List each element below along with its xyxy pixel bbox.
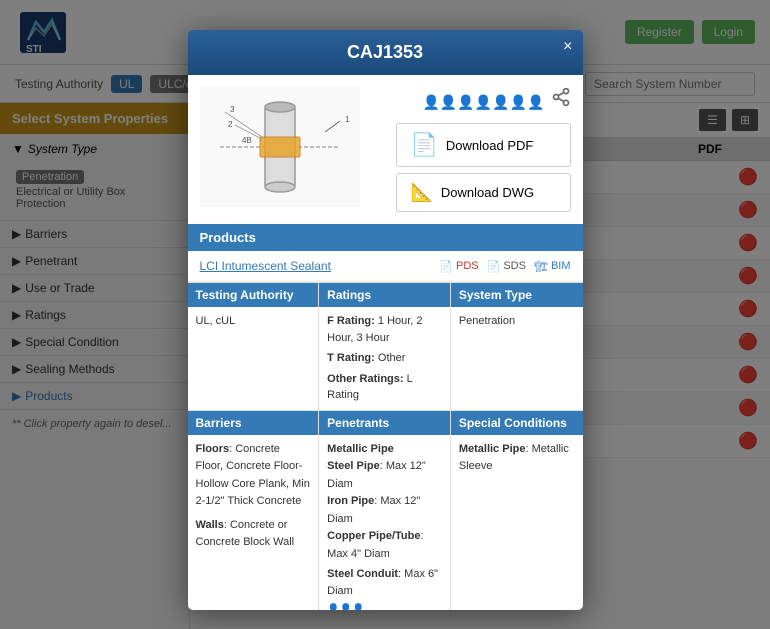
walls-label: Walls: [196, 519, 224, 531]
modal-top: 3 2 4B 1 👤👤👤👤👤👤👤: [188, 75, 583, 224]
sds-icon: 📄: [487, 260, 501, 273]
share-button[interactable]: [551, 87, 571, 113]
download-pdf-button[interactable]: 📄 Download PDF: [396, 123, 571, 167]
barriers-col-body: Floors: Concrete Floor, Concrete Floor-H…: [188, 435, 319, 559]
barriers-col-header: Barriers: [188, 411, 319, 435]
modal-overlay: CAJ1353 × 3 2: [0, 0, 770, 629]
penetrants-col: Penetrants Metallic Pipe Steel Pipe: Max…: [319, 411, 451, 611]
modal-title: CAJ1353: [347, 42, 423, 62]
people-icons: 👤👤👤👤👤👤👤: [422, 94, 544, 111]
modal-close-button[interactable]: ×: [563, 38, 572, 56]
pdf-button-icon: 📄: [411, 132, 438, 158]
lower-grid: Barriers Floors: Concrete Floor, Concret…: [188, 410, 583, 611]
sds-link[interactable]: 📄 SDS: [487, 260, 526, 273]
t-rating-label: T Rating:: [327, 352, 375, 364]
testing-authority-col: Testing Authority UL, cUL: [188, 283, 320, 410]
modal-header: CAJ1353 ×: [188, 30, 583, 75]
modal-dialog: CAJ1353 × 3 2: [188, 30, 583, 610]
penetrants-col-header: Penetrants: [319, 411, 450, 435]
modal-products-header: Products: [188, 224, 583, 251]
special-conditions-col-body: Metallic Pipe: Metallic Sleeve: [451, 435, 583, 482]
product-name[interactable]: LCI Intumescent Sealant: [200, 259, 432, 273]
floors-label: Floors: [196, 443, 230, 455]
modal-diagram: 3 2 4B 1: [200, 87, 360, 210]
other-ratings-label: Other Ratings:: [327, 373, 403, 385]
testing-authority-col-body: UL, cUL: [188, 307, 319, 336]
special-conditions-col: Special Conditions Metallic Pipe: Metall…: [451, 411, 583, 611]
svg-text:2: 2: [228, 120, 233, 129]
barriers-col: Barriers Floors: Concrete Floor, Concret…: [188, 411, 320, 611]
svg-text:4B: 4B: [242, 136, 252, 145]
download-dwg-button[interactable]: 📐 Download DWG: [396, 173, 571, 212]
svg-text:1: 1: [345, 115, 350, 124]
system-type-col: System Type Penetration: [451, 283, 583, 410]
dwg-button-icon: 📐: [411, 182, 433, 203]
metallic-pipe-sc-label: Metallic Pipe: [459, 443, 526, 455]
steel-conduit-label: Steel Conduit: [327, 568, 398, 580]
pdf-small-icon: 📄: [439, 260, 453, 273]
penetrants-col-body: Metallic Pipe Steel Pipe: Max 12" Diam I…: [319, 435, 450, 611]
f-rating-label: F Rating:: [327, 315, 375, 327]
testing-authority-col-header: Testing Authority: [188, 283, 319, 307]
product-row: LCI Intumescent Sealant 📄 PDS 📄 SDS 🏗 BI…: [188, 251, 583, 282]
steel-pipe-label: Steel Pipe: [327, 460, 380, 472]
modal-actions: 👤👤👤👤👤👤👤 📄 Download PDF: [370, 87, 571, 212]
t-rating-value: Other: [378, 352, 406, 364]
ratings-col-header: Ratings: [319, 283, 450, 307]
special-conditions-col-header: Special Conditions: [451, 411, 583, 435]
system-type-col-body: Penetration: [451, 307, 583, 336]
iron-pipe-label: Iron Pipe: [327, 495, 374, 507]
copper-pipe-label: Copper Pipe/Tube: [327, 530, 420, 542]
system-type-col-header: System Type: [451, 283, 583, 307]
ratings-col-body: F Rating: 1 Hour, 2 Hour, 3 Hour T Ratin…: [319, 307, 450, 410]
bim-link[interactable]: 🏗 BIM: [534, 260, 571, 273]
download-pdf-label: Download PDF: [446, 138, 533, 153]
download-dwg-label: Download DWG: [441, 185, 534, 200]
ratings-col: Ratings F Rating: 1 Hour, 2 Hour, 3 Hour…: [319, 283, 451, 410]
bim-icon: 🏗: [534, 260, 548, 273]
details-grid: Testing Authority UL, cUL Ratings F Rati…: [188, 282, 583, 410]
metallic-pipe-label: Metallic Pipe: [327, 443, 394, 455]
pds-link[interactable]: 📄 PDS: [439, 260, 478, 273]
svg-text:3: 3: [230, 105, 235, 114]
